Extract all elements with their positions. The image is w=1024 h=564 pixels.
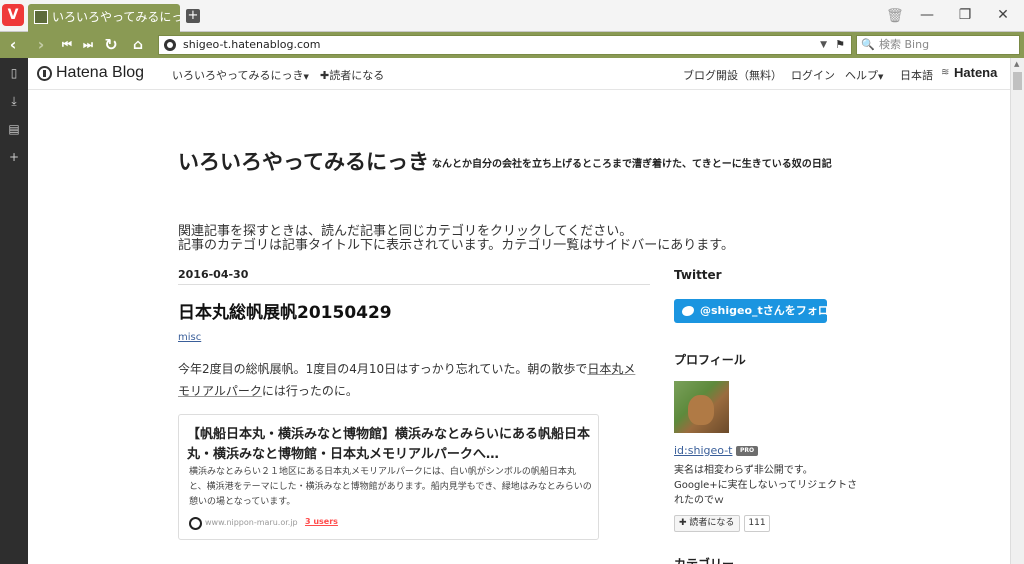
embed-card[interactable]: 【帆船日本丸・横浜みなと博物館】横浜みなとみらいにある帆船日本丸・横浜みなと博物…: [178, 414, 599, 540]
fast-forward-button[interactable]: ⏭: [78, 35, 98, 55]
subscribe-label: 読者になる: [329, 69, 385, 82]
search-placeholder: 検索 Bing: [879, 38, 930, 51]
follow-label: @shigeo_tさんをフォロー: [700, 304, 840, 317]
notes-panel-icon[interactable]: ▤: [7, 122, 21, 136]
vivaldi-menu-button[interactable]: V: [2, 4, 24, 26]
tab-title: いろいろやってみるにっき: [52, 10, 180, 24]
blog-menu-label: いろいろやってみるにっき: [172, 69, 304, 82]
notice-line-2: 記事のカテゴリは記事タイトル下に表示されています。カテゴリ一覧はサイドバーにあり…: [178, 238, 735, 253]
blog-notice: 関連記事を探すときは、読んだ記事と同じカテゴリをクリックしてください。 記事のカ…: [178, 225, 734, 253]
side-panel: ▯ ⤓ ▤ +: [0, 58, 28, 564]
hatena-blog-logo-icon[interactable]: [37, 66, 52, 81]
entry-body-text-2: には行ったのに。: [261, 384, 358, 398]
embed-domain[interactable]: www.nippon-maru.or.jp: [205, 518, 298, 527]
category-heading: カテゴリー: [674, 557, 735, 564]
notice-line-1: 関連記事を探すときは、読んだ記事と同じカテゴリをクリックしてください。: [178, 224, 633, 239]
maximize-button[interactable]: ❐: [950, 4, 980, 26]
search-input[interactable]: 🔍 検索 Bing: [856, 35, 1020, 55]
scroll-up-icon[interactable]: ▲: [1014, 60, 1019, 68]
reload-button[interactable]: ↻: [101, 35, 121, 55]
entry-category-link[interactable]: misc: [178, 332, 201, 343]
twitter-heading: Twitter: [674, 268, 722, 282]
plus-icon: ✚: [320, 69, 330, 82]
profile-id-link[interactable]: id:shigeo-t: [674, 444, 732, 457]
page-viewport: Hatena Blog いろいろやってみるにっき▼ ✚読者になる ブログ開設（無…: [28, 58, 1010, 564]
blog-title[interactable]: いろいろやってみるにっき: [178, 146, 429, 176]
tab-active[interactable]: いろいろやってみるにっき: [28, 4, 180, 32]
embed-title[interactable]: 【帆船日本丸・横浜みなと博物館】横浜みなとみらいにある帆船日本丸・横浜みなと博物…: [187, 425, 591, 465]
subscribe-link[interactable]: ✚読者になる: [320, 67, 384, 83]
tab-bar: V いろいろやってみるにっき + 🗑 — ❐ ✕: [0, 0, 1024, 32]
new-tab-button[interactable]: +: [186, 9, 200, 23]
profile-description: 実名は相変わらず非公開です。Google+に実在しないってリジェクトされたのでｗ: [674, 465, 858, 506]
site-favicon-icon: [189, 517, 202, 530]
embed-description: 横浜みなとみらい２１地区にある日本丸メモリアルパークには、白い帆がシンボルの帆船…: [189, 467, 592, 507]
profile-heading: プロフィール: [674, 353, 746, 367]
url-dropdown-icon[interactable]: ▼: [820, 36, 827, 54]
avatar[interactable]: [674, 381, 729, 433]
back-button[interactable]: ‹: [3, 35, 23, 55]
rewind-button[interactable]: ⏮: [57, 35, 77, 55]
hatena-blog-logo[interactable]: Hatena Blog: [56, 64, 144, 82]
blog-description: なんとか自分の会社を立ち上げるところまで漕ぎ着けた、てきとーに生きている奴の日記: [432, 159, 832, 170]
add-panel-icon[interactable]: +: [7, 150, 21, 164]
tab-favicon-icon: [34, 10, 48, 24]
close-button[interactable]: ✕: [988, 4, 1018, 26]
entry-title[interactable]: 日本丸総帆展帆20150429: [178, 298, 392, 323]
twitter-follow-button[interactable]: @shigeo_tさんをフォロー: [674, 299, 840, 323]
subscriber-count: 111: [744, 515, 770, 532]
downloads-panel-icon[interactable]: ⤓: [7, 94, 21, 108]
forward-button[interactable]: ›: [31, 35, 51, 55]
bookmark-users-link[interactable]: 3 users: [305, 517, 338, 526]
page-scrollbar[interactable]: ▲: [1010, 58, 1024, 564]
entry-date[interactable]: 2016-04-30: [178, 268, 248, 281]
scroll-thumb[interactable]: [1013, 72, 1022, 90]
home-button[interactable]: ⌂: [128, 35, 148, 55]
chevron-down-icon: ▼: [303, 73, 309, 81]
blog-menu[interactable]: いろいろやってみるにっき▼: [172, 67, 309, 83]
bookmark-icon[interactable]: ⚑: [835, 36, 845, 54]
minimize-button[interactable]: —: [912, 4, 942, 26]
plus-icon: ✚: [679, 518, 687, 528]
hatena-mark-icon: ≋: [941, 67, 950, 78]
date-divider: [178, 284, 650, 285]
twitter-bird-icon: [682, 306, 694, 316]
pro-badge: PRO: [736, 446, 758, 456]
entry-body: 今年2度目の総帆展帆。1度目の4月10日はすっかり忘れていた。朝の散歩で日本丸メ…: [178, 358, 644, 402]
help-menu[interactable]: ヘルプ▼: [845, 67, 883, 83]
url-input[interactable]: shigeo-t.hatenablog.com ▼ ⚑: [158, 35, 852, 55]
sidebar-subscribe-label: 読者になる: [689, 518, 735, 528]
help-label: ヘルプ: [845, 69, 878, 82]
site-info-icon[interactable]: [164, 39, 176, 51]
bookmarks-panel-icon[interactable]: ▯: [7, 66, 21, 80]
chevron-down-icon: ▼: [878, 73, 884, 81]
hatena-link[interactable]: Hatena: [954, 65, 997, 80]
search-icon: 🔍: [861, 38, 875, 51]
hatena-header: Hatena Blog いろいろやってみるにっき▼ ✚読者になる ブログ開設（無…: [28, 58, 1010, 90]
entry-body-text-1: 今年2度目の総帆展帆。1度目の4月10日はすっかり忘れていた。朝の散歩で: [178, 362, 588, 376]
url-text: shigeo-t.hatenablog.com: [183, 38, 321, 51]
sidebar-subscribe-button[interactable]: ✚ 読者になる: [674, 515, 740, 532]
trash-icon[interactable]: 🗑: [886, 8, 904, 24]
language-link[interactable]: 日本語: [900, 67, 933, 83]
login-link[interactable]: ログイン: [791, 67, 835, 83]
address-bar-row: ‹ › ⏮ ⏭ ↻ ⌂ shigeo-t.hatenablog.com ▼ ⚑ …: [0, 32, 1024, 58]
open-blog-link[interactable]: ブログ開設（無料）: [683, 67, 782, 83]
